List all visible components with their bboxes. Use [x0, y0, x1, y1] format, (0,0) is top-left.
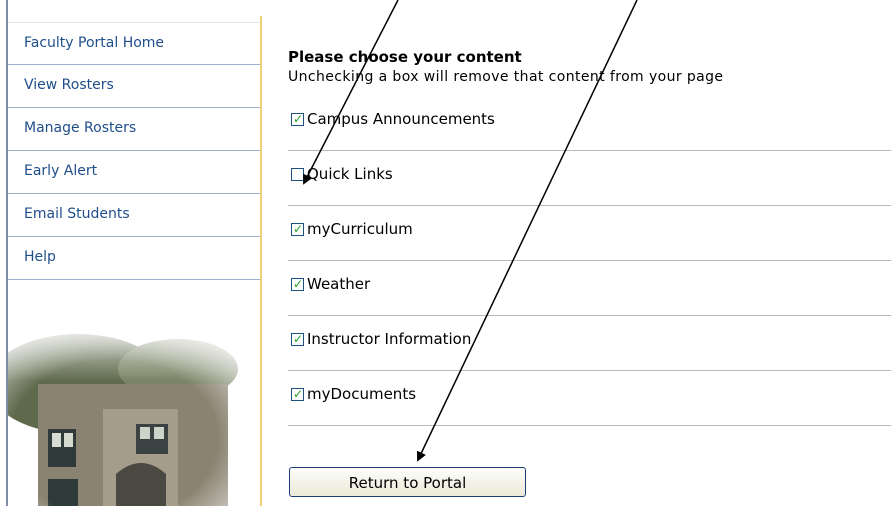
page-title: Please choose your content	[288, 48, 522, 66]
option-label: Campus Announcements	[307, 110, 495, 128]
checkmark-icon: ✓	[293, 112, 304, 126]
sidebar-item-manage-rosters[interactable]: Manage Rosters	[8, 108, 260, 151]
option-label: Weather	[307, 275, 371, 293]
sidebar-item-help[interactable]: Help	[8, 237, 260, 280]
checkmark-icon: ✓	[293, 387, 304, 401]
checkmark-icon: ✓	[293, 332, 304, 346]
sidebar-item-faculty-portal-home[interactable]: Faculty Portal Home	[8, 22, 260, 65]
option-label: Instructor Information	[307, 330, 472, 348]
sidebar-item-view-rosters[interactable]: View Rosters	[8, 65, 260, 108]
checkbox-campus-announcements[interactable]: ✓	[291, 112, 304, 126]
sidebar-nav: Faculty Portal Home View Rosters Manage …	[8, 22, 260, 280]
sidebar-item-early-alert[interactable]: Early Alert	[8, 151, 260, 194]
checkbox-instructor-information[interactable]: ✓	[291, 332, 304, 346]
checkbox-mydocuments[interactable]: ✓	[291, 387, 304, 401]
sidebar-divider	[260, 16, 262, 506]
option-label: myCurriculum	[307, 220, 413, 238]
checkbox-weather[interactable]: ✓	[291, 277, 304, 291]
option-label: Quick Links	[307, 165, 393, 183]
option-row-mycurriculum: ✓ myCurriculum	[288, 206, 891, 261]
checkbox-quick-links[interactable]	[291, 168, 304, 181]
option-row-instructor-information: ✓ Instructor Information	[288, 316, 891, 371]
campus-building-photo	[8, 314, 260, 506]
option-row-quick-links: Quick Links	[288, 151, 891, 206]
option-row-campus-announcements: ✓ Campus Announcements	[288, 96, 891, 151]
option-label: myDocuments	[307, 385, 417, 403]
option-row-mydocuments: ✓ myDocuments	[288, 371, 891, 426]
checkmark-icon: ✓	[293, 277, 304, 291]
sidebar-item-email-students[interactable]: Email Students	[8, 194, 260, 237]
sidebar: Faculty Portal Home View Rosters Manage …	[8, 22, 260, 506]
return-to-portal-button[interactable]: Return to Portal	[289, 467, 526, 497]
checkbox-mycurriculum[interactable]: ✓	[291, 222, 304, 236]
instruction-text: Unchecking a box will remove that conten…	[288, 69, 724, 85]
checkmark-icon: ✓	[293, 222, 304, 236]
option-row-weather: ✓ Weather	[288, 261, 891, 316]
